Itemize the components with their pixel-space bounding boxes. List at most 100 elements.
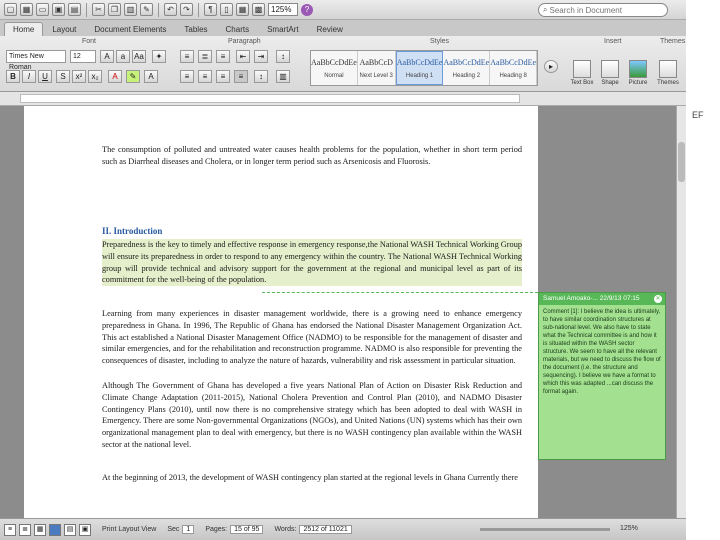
underline-button[interactable]: U	[38, 70, 52, 83]
font-size-field[interactable]: 12	[70, 50, 96, 63]
paragraph-highlighted[interactable]: Preparedness is the key to timely and ef…	[102, 239, 522, 287]
highlight-icon[interactable]: ✎	[126, 70, 140, 83]
print-icon[interactable]: ▤	[68, 3, 81, 16]
paste-icon[interactable]: ▥	[124, 3, 137, 16]
search-input[interactable]	[549, 5, 660, 15]
search-box[interactable]: ⌕	[538, 3, 668, 17]
styles-next-icon[interactable]: ▸	[544, 60, 558, 73]
sidebar-icon[interactable]: ▯	[220, 3, 233, 16]
toolbar-divider	[198, 2, 199, 17]
zoom-field[interactable]: 125%	[268, 3, 298, 16]
styles-gallery: AaBbCcDdEe Normal AaBbCcD Next Level 3 A…	[310, 50, 538, 86]
grow-font-icon[interactable]: A	[100, 50, 114, 63]
style-heading-8[interactable]: AaBbCcDdEe Heading 8	[490, 51, 537, 85]
change-case-icon[interactable]: Aa	[132, 50, 146, 63]
insert-picture-button[interactable]: Picture	[626, 50, 650, 86]
style-sample: AaBbCcD	[359, 57, 393, 67]
clear-format-icon[interactable]: ✦	[152, 50, 166, 63]
adjacent-window-text: EF	[692, 110, 704, 120]
shading-icon[interactable]: ▥	[276, 70, 290, 83]
section-heading[interactable]: II. Introduction	[102, 226, 162, 236]
superscript-icon[interactable]: x²	[72, 70, 86, 83]
ruler[interactable]	[0, 92, 686, 106]
themes-button[interactable]: Themes	[656, 50, 680, 86]
font-name-field[interactable]: Times New Roman	[6, 50, 66, 71]
style-heading-1[interactable]: AaBbCcDdEe Heading 1	[395, 51, 444, 85]
new-doc-icon[interactable]: ▢	[4, 3, 17, 16]
paragraph[interactable]: Although The Government of Ghana has dev…	[102, 380, 522, 451]
open-icon[interactable]: ▭	[36, 3, 49, 16]
gallery-icon[interactable]: ▦	[236, 3, 249, 16]
sort-icon[interactable]: ↕	[276, 50, 290, 63]
shrink-font-icon[interactable]: a	[116, 50, 130, 63]
notebook-view-icon[interactable]: ▤	[64, 523, 76, 536]
draft-view-icon[interactable]: ≡	[4, 523, 16, 536]
tab-home[interactable]: Home	[4, 22, 44, 36]
help-icon[interactable]: ?	[301, 3, 313, 16]
style-heading-2[interactable]: AaBbCcDdEe Heading 2	[443, 51, 491, 85]
document-page[interactable]: The consumption of polluted and untreate…	[24, 106, 538, 518]
align-left-icon[interactable]: ≡	[180, 70, 194, 83]
line-spacing-icon[interactable]: ↕	[254, 70, 268, 83]
justify-icon[interactable]: ≡	[234, 70, 248, 83]
paragraph[interactable]: The consumption of polluted and untreate…	[102, 144, 522, 168]
paragraph[interactable]: At the beginning of 2013, the developmen…	[102, 472, 522, 484]
comment-author: Samuel Amoako-... 22/9/13 07:15	[543, 295, 640, 302]
toolbox-icon[interactable]: ▩	[252, 3, 265, 16]
tab-smartart[interactable]: SmartArt	[258, 22, 308, 36]
undo-icon[interactable]: ↶	[164, 3, 177, 16]
adjacent-window-edge: EF	[686, 0, 720, 540]
insert-text-box-button[interactable]: Text Box	[570, 50, 594, 86]
subscript-icon[interactable]: x₂	[88, 70, 102, 83]
align-right-icon[interactable]: ≡	[216, 70, 230, 83]
style-name: Next Level 3	[359, 72, 393, 79]
print-layout-view-icon[interactable]	[49, 523, 61, 536]
multilevel-list-icon[interactable]: ≡	[216, 50, 230, 63]
text-effects-icon[interactable]: A	[144, 70, 158, 83]
font-color-icon[interactable]: A	[108, 70, 122, 83]
italic-button[interactable]: I	[22, 70, 36, 83]
style-next-level-3[interactable]: AaBbCcD Next Level 3	[358, 51, 396, 85]
redo-icon[interactable]: ↷	[180, 3, 193, 16]
strikethrough-icon[interactable]: S	[56, 70, 70, 83]
focus-view-icon[interactable]: ▣	[79, 523, 91, 536]
numbering-icon[interactable]: ≣	[198, 50, 212, 63]
outline-view-icon[interactable]: ≣	[19, 523, 31, 536]
status-bar: ≡ ≣ ▦ ▤ ▣ Print Layout View Sec 1 Pages:…	[0, 518, 686, 540]
bold-button[interactable]: B	[6, 70, 20, 83]
tab-document-elements[interactable]: Document Elements	[85, 22, 175, 36]
save-icon[interactable]: ▣	[52, 3, 65, 16]
comment-text[interactable]: Comment [1]: I believe the idea is ultim…	[539, 305, 665, 399]
zoom-slider[interactable]	[480, 528, 610, 531]
style-normal[interactable]: AaBbCcDdEe Normal	[311, 51, 358, 85]
ribbon-home: Font Paragraph Styles Insert Themes Time…	[0, 36, 686, 92]
comment-header: Samuel Amoako-... 22/9/13 07:15 ✕	[539, 293, 665, 305]
publishing-view-icon[interactable]: ▦	[34, 523, 46, 536]
decrease-indent-icon[interactable]: ⇤	[236, 50, 250, 63]
template-icon[interactable]: ▦	[20, 3, 33, 16]
text-box-icon	[573, 60, 591, 78]
copy-icon[interactable]: ❐	[108, 3, 121, 16]
increase-indent-icon[interactable]: ⇥	[254, 50, 268, 63]
tab-review[interactable]: Review	[308, 22, 352, 36]
style-sample: AaBbCcDdEe	[396, 57, 443, 67]
scrollbar-thumb[interactable]	[678, 142, 685, 182]
insert-shape-button[interactable]: Shape	[598, 50, 622, 86]
vertical-scrollbar[interactable]	[676, 106, 686, 518]
format-painter-icon[interactable]: ✎	[140, 3, 153, 16]
tab-charts[interactable]: Charts	[217, 22, 259, 36]
shape-icon	[601, 60, 619, 78]
tab-layout[interactable]: Layout	[43, 22, 85, 36]
align-center-icon[interactable]: ≡	[198, 70, 212, 83]
pilcrow-icon[interactable]: ¶	[204, 3, 217, 16]
tab-tables[interactable]: Tables	[175, 22, 216, 36]
style-name: Heading 2	[452, 72, 481, 79]
paragraph[interactable]: Learning from many experiences in disast…	[102, 308, 522, 367]
close-icon[interactable]: ✕	[654, 295, 662, 303]
cut-icon[interactable]: ✂	[92, 3, 105, 16]
comment-balloon[interactable]: Samuel Amoako-... 22/9/13 07:15 ✕ Commen…	[538, 292, 666, 460]
document-area: The consumption of polluted and untreate…	[0, 106, 686, 518]
pages-label: Pages:	[205, 526, 228, 533]
insert-label: Themes	[657, 80, 679, 86]
bullets-icon[interactable]: ≡	[180, 50, 194, 63]
